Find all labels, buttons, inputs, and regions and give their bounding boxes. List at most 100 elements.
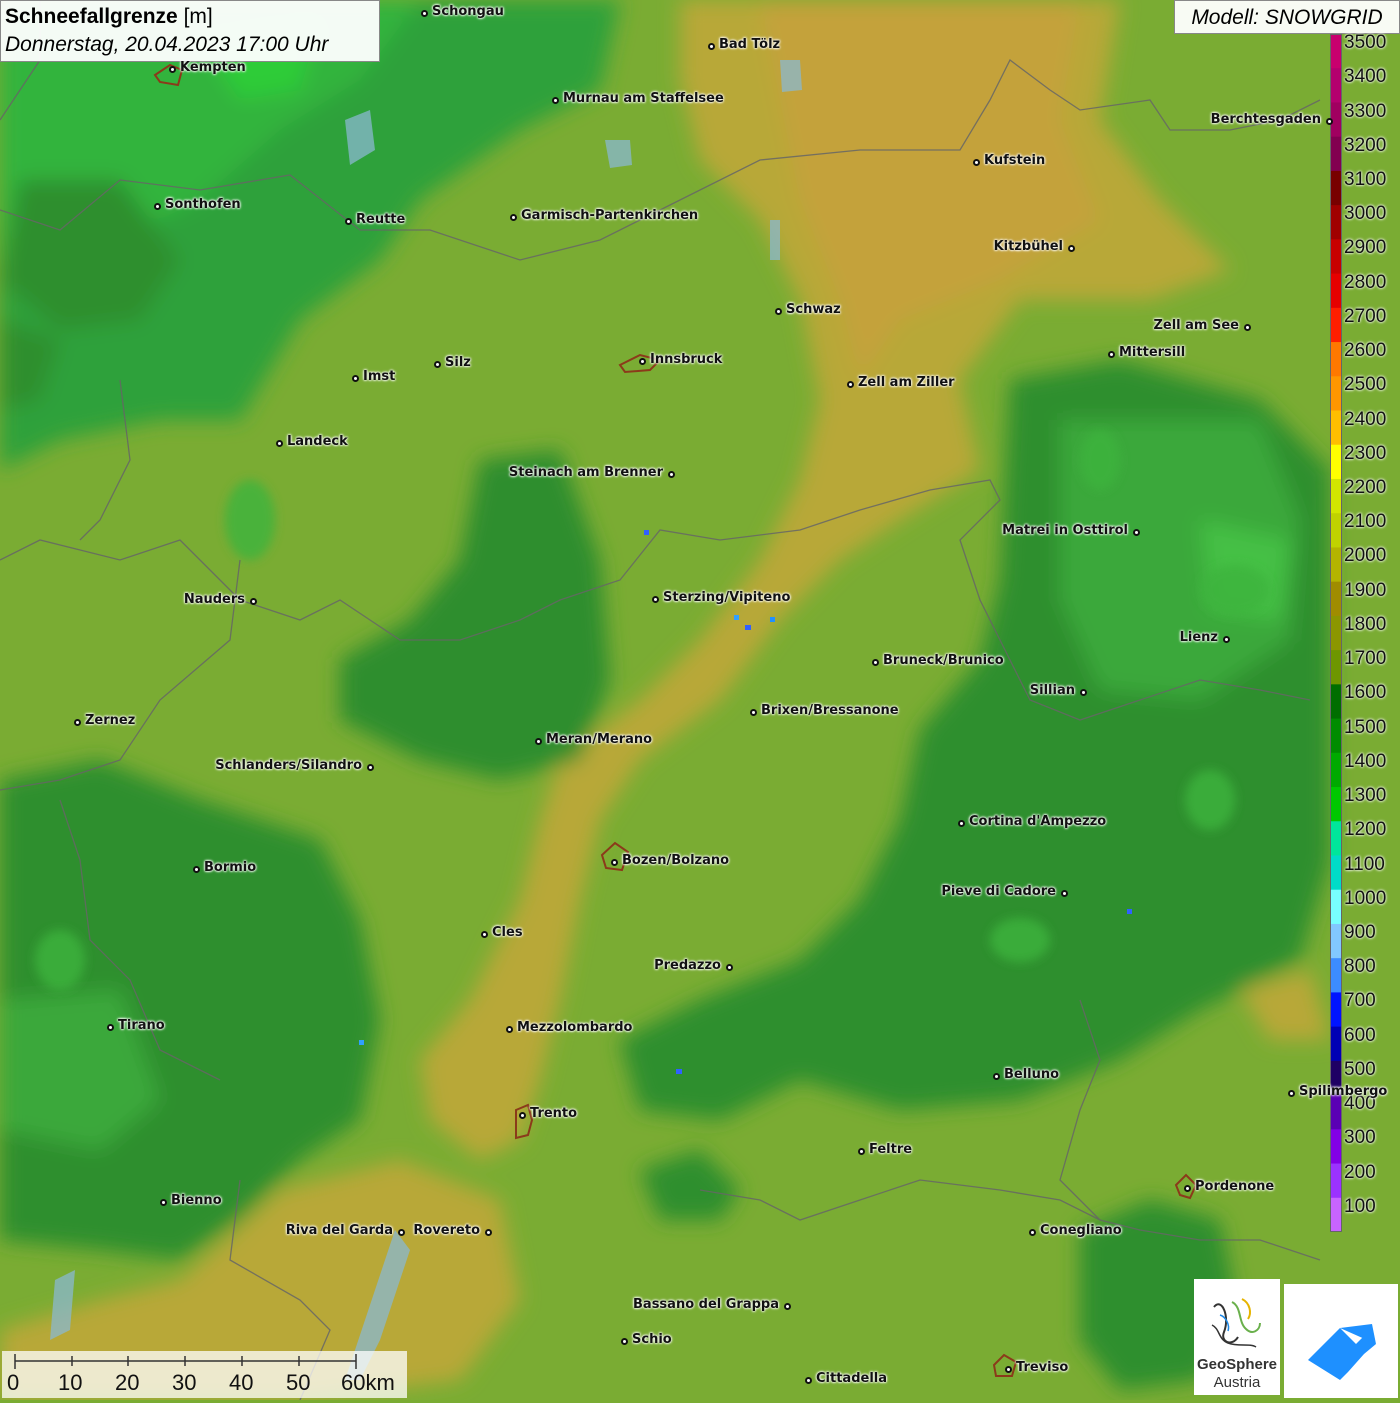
city-marker[interactable] [480,930,488,938]
city-marker[interactable] [534,737,542,745]
city-label[interactable]: Steinach am Brenner [509,465,663,480]
city-label[interactable]: Spilimbergo [1299,1084,1387,1099]
city-marker[interactable] [1183,1184,1191,1192]
city-marker[interactable] [992,1072,1000,1080]
city-marker[interactable] [620,1337,628,1345]
city-label[interactable]: Cles [492,925,523,940]
city-marker[interactable] [192,865,200,873]
city-label[interactable]: Bozen/Bolzano [622,853,729,868]
city-marker[interactable] [857,1147,865,1155]
city-label[interactable]: Riva del Garda [286,1223,393,1238]
city-label[interactable]: Bienno [171,1193,222,1208]
city-marker[interactable] [972,158,980,166]
city-label[interactable]: Sillian [1030,683,1075,698]
city-label[interactable]: Schwaz [786,302,841,317]
city-label[interactable]: Schio [632,1332,672,1347]
city-label[interactable]: Cortina d'Ampezzo [969,814,1106,829]
city-label[interactable]: Reutte [356,212,405,227]
city-label[interactable]: Schongau [432,4,504,19]
city-marker[interactable] [749,708,757,716]
city-marker[interactable] [505,1025,513,1033]
city-marker[interactable] [1107,350,1115,358]
city-marker[interactable] [518,1111,526,1119]
city-label[interactable]: Zernez [85,713,135,728]
city-label[interactable]: Kitzbühel [994,239,1063,254]
city-label[interactable]: Feltre [869,1142,912,1157]
city-marker[interactable] [1079,688,1087,696]
city-label[interactable]: Berchtesgaden [1211,112,1321,127]
city-marker[interactable] [159,1198,167,1206]
city-marker[interactable] [484,1228,492,1236]
city-label[interactable]: Predazzo [654,958,721,973]
city-marker[interactable] [804,1376,812,1384]
city-label[interactable]: Rovereto [413,1223,480,1238]
geosphere-logo[interactable]: GeoSphere Austria [1194,1279,1280,1395]
city-marker[interactable] [846,380,854,388]
city-label[interactable]: Imst [363,369,395,384]
city-marker[interactable] [509,213,517,221]
city-marker[interactable] [638,357,646,365]
city-marker[interactable] [106,1023,114,1031]
city-label[interactable]: Kempten [180,60,246,75]
city-marker[interactable] [1222,635,1230,643]
city-marker[interactable] [707,42,715,50]
city-label[interactable]: Trento [530,1106,577,1121]
city-marker[interactable] [725,963,733,971]
city-marker[interactable] [73,718,81,726]
city-marker[interactable] [551,96,559,104]
city-label[interactable]: Sonthofen [165,197,241,212]
city-label[interactable]: Brixen/Bressanone [761,703,899,718]
city-label[interactable]: Schlanders/Silandro [215,758,362,773]
city-marker[interactable] [1067,244,1075,252]
city-label[interactable]: Mittersill [1119,345,1185,360]
city-marker[interactable] [1060,889,1068,897]
city-marker[interactable] [153,202,161,210]
city-marker[interactable] [1004,1365,1012,1373]
city-marker[interactable] [249,597,257,605]
city-label[interactable]: Bruneck/Brunico [883,653,1004,668]
city-label[interactable]: Pieve di Cadore [941,884,1056,899]
city-marker[interactable] [957,819,965,827]
city-marker[interactable] [397,1228,405,1236]
city-marker[interactable] [168,65,176,73]
city-label[interactable]: Nauders [184,592,245,607]
city-marker[interactable] [651,595,659,603]
city-marker[interactable] [275,439,283,447]
city-label[interactable]: Cittadella [816,1371,887,1386]
city-marker[interactable] [1243,323,1251,331]
city-label[interactable]: Sterzing/Vipiteno [663,590,790,605]
city-label[interactable]: Garmisch-Partenkirchen [521,208,698,223]
city-marker[interactable] [1028,1228,1036,1236]
city-marker[interactable] [667,470,675,478]
city-marker[interactable] [783,1302,791,1310]
city-label[interactable]: Pordenone [1195,1179,1274,1194]
city-marker[interactable] [420,9,428,17]
city-marker[interactable] [344,217,352,225]
city-marker[interactable] [1287,1089,1295,1097]
city-label[interactable]: Murnau am Staffelsee [563,91,724,106]
city-marker[interactable] [433,360,441,368]
city-label[interactable]: Conegliano [1040,1223,1122,1238]
city-label[interactable]: Lienz [1180,630,1218,645]
city-label[interactable]: Treviso [1016,1360,1068,1375]
city-label[interactable]: Zell am Ziller [858,375,955,390]
city-label[interactable]: Innsbruck [650,352,722,367]
city-label[interactable]: Landeck [287,434,348,449]
city-marker[interactable] [1132,528,1140,536]
city-marker[interactable] [366,763,374,771]
home-logo-button[interactable] [1284,1284,1398,1398]
city-marker[interactable] [1325,117,1333,125]
city-marker[interactable] [774,307,782,315]
city-label[interactable]: Mezzolombardo [517,1020,632,1035]
city-label[interactable]: Tirano [118,1018,165,1033]
city-label[interactable]: Kufstein [984,153,1045,168]
city-label[interactable]: Zell am See [1153,318,1239,333]
city-label[interactable]: Bormio [204,860,256,875]
city-label[interactable]: Belluno [1004,1067,1059,1082]
city-marker[interactable] [351,374,359,382]
city-label[interactable]: Silz [445,355,471,370]
city-label[interactable]: Matrei in Osttirol [1002,523,1128,538]
city-marker[interactable] [871,658,879,666]
city-label[interactable]: Bassano del Grappa [633,1297,779,1312]
city-marker[interactable] [610,858,618,866]
